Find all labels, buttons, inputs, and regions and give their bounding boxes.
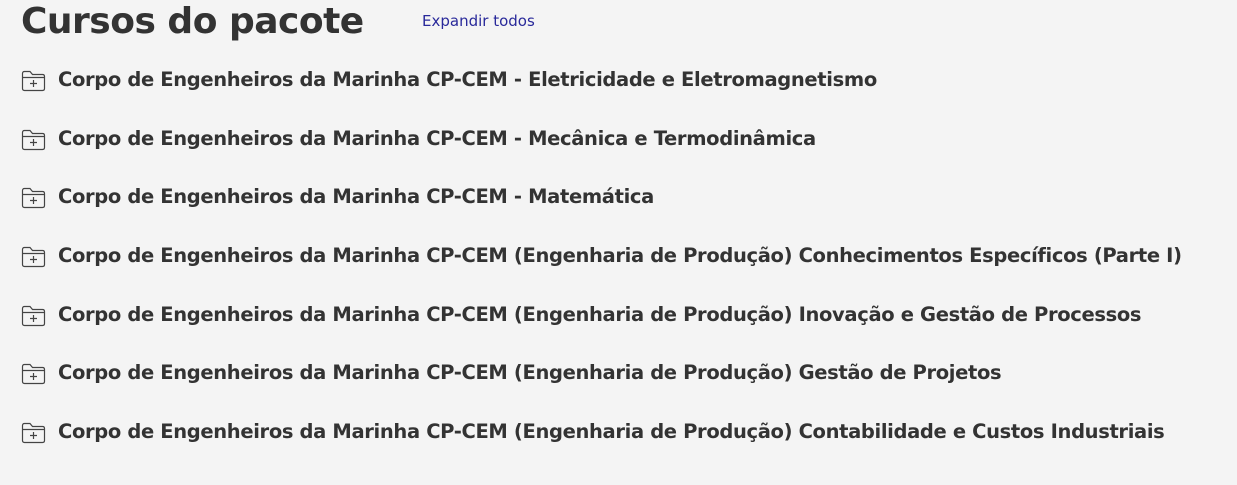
course-item[interactable]: Corpo de Engenheiros da Marinha CP-CEM -… [21, 63, 1221, 122]
course-label: Corpo de Engenheiros da Marinha CP-CEM -… [58, 185, 654, 209]
course-label: Corpo de Engenheiros da Marinha CP-CEM -… [58, 68, 877, 91]
course-item[interactable]: Corpo de Engenheiros da Marinha CP-CEM -… [21, 180, 1221, 239]
course-label: Corpo de Engenheiros da Marinha CP-CEM (… [58, 244, 1182, 268]
course-item[interactable]: Corpo de Engenheiros da Marinha CP-CEM (… [21, 239, 1221, 298]
expand-all-link[interactable]: Expandir todos [422, 11, 535, 31]
folder-plus-icon[interactable] [21, 422, 46, 444]
course-item[interactable]: Corpo de Engenheiros da Marinha CP-CEM -… [21, 122, 1221, 181]
page-title: Cursos do pacote [21, 1, 364, 42]
course-item[interactable]: Corpo de Engenheiros da Marinha CP-CEM (… [21, 415, 1221, 474]
folder-plus-icon[interactable] [21, 187, 46, 209]
folder-plus-icon[interactable] [21, 246, 46, 268]
folder-plus-icon[interactable] [21, 129, 46, 151]
folder-plus-icon[interactable] [21, 70, 46, 92]
course-label: Corpo de Engenheiros da Marinha CP-CEM (… [58, 302, 1142, 326]
course-label: Corpo de Engenheiros da Marinha CP-CEM -… [58, 126, 816, 150]
course-label: Corpo de Engenheiros da Marinha CP-CEM (… [58, 420, 1165, 444]
course-list: Corpo de Engenheiros da Marinha CP-CEM -… [21, 63, 1221, 474]
course-item[interactable]: Corpo de Engenheiros da Marinha CP-CEM (… [21, 298, 1221, 357]
folder-plus-icon[interactable] [21, 305, 46, 327]
folder-plus-icon[interactable] [21, 363, 46, 385]
course-label: Corpo de Engenheiros da Marinha CP-CEM (… [58, 361, 1002, 385]
course-item[interactable]: Corpo de Engenheiros da Marinha CP-CEM (… [21, 356, 1221, 415]
page-header: Cursos do pacote [21, 0, 364, 44]
